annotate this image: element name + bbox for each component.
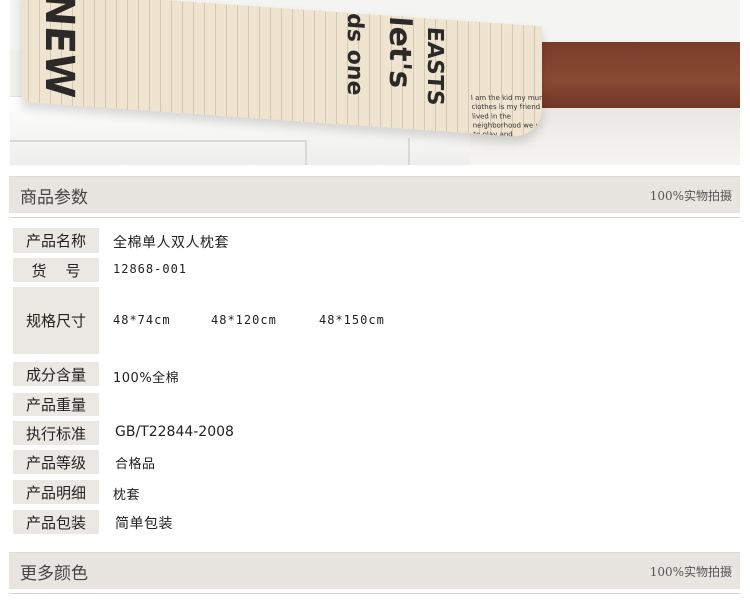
spec-value: GB/T22844-2008 [115, 424, 234, 440]
pillow-print-text: ds one [342, 12, 367, 97]
spec-value: 合格品 [115, 457, 156, 472]
spec-label: 执行标准 [13, 421, 99, 445]
photo-cabinet-edge [408, 138, 450, 165]
spec-value: 简单包装 [115, 516, 173, 532]
divider [9, 593, 740, 594]
size-option: 48*120cm [211, 313, 277, 327]
spec-label: 规格尺寸 [13, 287, 99, 354]
section-tag: 100%实物拍摄 [649, 189, 732, 203]
spec-value: 12868-001 [113, 262, 188, 276]
spec-label: 产品等级 [13, 450, 99, 474]
spec-label: 产品名称 [13, 228, 99, 253]
section-title: 商品参数 [20, 188, 88, 208]
spec-label: 成分含量 [13, 362, 99, 386]
pillow-print-small-text: I am the kid my mum clothes is my friend… [470, 94, 542, 139]
spec-label: 产品重量 [13, 393, 99, 416]
section-header-params: 商品参数 100%实物拍摄 [9, 176, 740, 213]
size-option: 48*74cm [113, 313, 171, 327]
section-title: 更多颜色 [20, 564, 88, 584]
divider [9, 217, 740, 218]
pillow-print-text: EASTS [422, 25, 447, 107]
spec-label: 产品包装 [13, 510, 99, 534]
spec-value: 枕套 [113, 488, 141, 503]
section-header-colors: 更多颜色 100%实物拍摄 [9, 552, 740, 589]
product-photo: NEW ds one let's EASTS I am the kid my m… [10, 0, 740, 165]
section-tag: 100%实物拍摄 [649, 565, 732, 579]
photo-cabinet-drawer [10, 140, 307, 165]
spec-value: 全棉单人双人枕套 [113, 235, 229, 251]
size-option: 48*150cm [319, 313, 385, 327]
pillow-print-text: let's [382, 15, 417, 90]
spec-label: 货 号 [13, 258, 99, 282]
spec-value: 100%全棉 [113, 371, 180, 386]
pillow-print-text: NEW [36, 0, 82, 100]
spec-label: 产品明细 [13, 480, 99, 504]
